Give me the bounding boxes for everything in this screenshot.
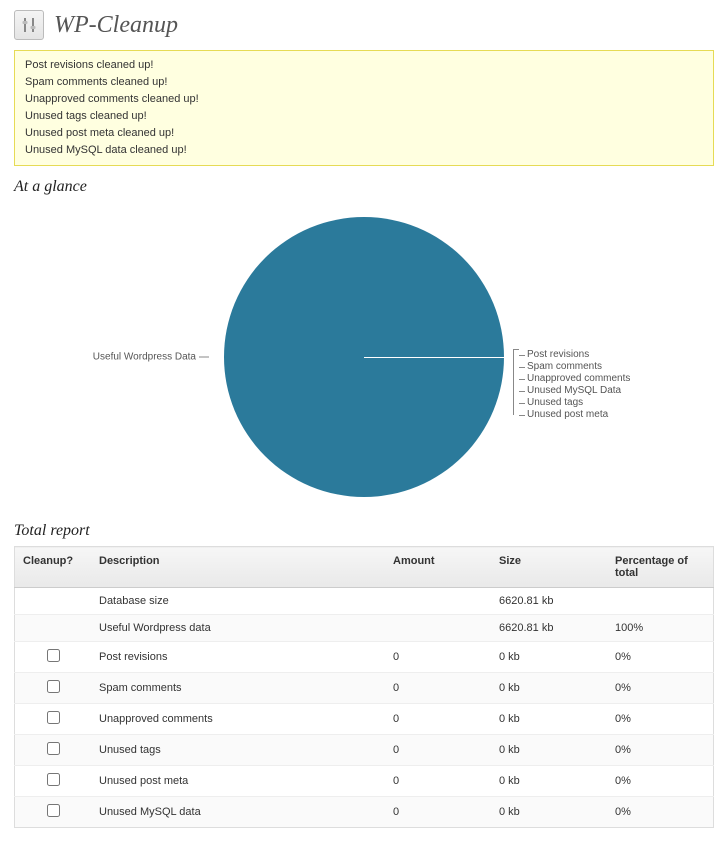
table-row: Post revisions00 kb0% xyxy=(15,642,714,673)
settings-icon xyxy=(14,10,44,40)
table-row: Useful Wordpress data 6620.81 kb100% xyxy=(15,615,714,642)
col-header-amount: Amount xyxy=(385,547,491,588)
cell-amount: 0 xyxy=(385,766,491,797)
pie-label-right: Spam comments xyxy=(519,361,630,373)
cell-size: 0 kb xyxy=(491,673,607,704)
notice-line: Unused MySQL data cleaned up! xyxy=(25,142,703,159)
cell-amount: 0 xyxy=(385,642,491,673)
cell-cleanup xyxy=(15,797,92,828)
cell-cleanup xyxy=(15,766,92,797)
pie-label-right: Unused MySQL Data xyxy=(519,385,630,397)
cell-cleanup xyxy=(15,673,92,704)
table-row: Database size 6620.81 kb xyxy=(15,588,714,615)
cell-percentage: 0% xyxy=(607,642,714,673)
cell-description: Unused post meta xyxy=(91,766,385,797)
notice-box: Post revisions cleaned up! Spam comments… xyxy=(14,50,714,166)
cell-percentage: 0% xyxy=(607,673,714,704)
cell-percentage: 0% xyxy=(607,704,714,735)
pie-label-right: Post revisions xyxy=(519,349,630,361)
table-row: Unapproved comments00 kb0% xyxy=(15,704,714,735)
cleanup-checkbox[interactable] xyxy=(47,680,60,693)
cleanup-checkbox[interactable] xyxy=(47,773,60,786)
table-row: Unused post meta00 kb0% xyxy=(15,766,714,797)
cell-cleanup xyxy=(15,735,92,766)
cell-description: Unused tags xyxy=(91,735,385,766)
pie-chart: Useful Wordpress Data Post revisions Spa… xyxy=(14,202,714,512)
col-header-size: Size xyxy=(491,547,607,588)
cell-percentage: 100% xyxy=(607,615,714,642)
cell-description: Unused MySQL data xyxy=(91,797,385,828)
cell-description: Spam comments xyxy=(91,673,385,704)
cell-size: 6620.81 kb xyxy=(491,588,607,615)
cell-size: 0 kb xyxy=(491,735,607,766)
pie-label-left: Useful Wordpress Data xyxy=(93,352,209,363)
cell-amount: 0 xyxy=(385,735,491,766)
cell-cleanup xyxy=(15,704,92,735)
table-row: Unused MySQL data00 kb0% xyxy=(15,797,714,828)
section-total-report: Total report xyxy=(14,522,714,540)
pie-labels-right: Post revisions Spam comments Unapproved … xyxy=(519,349,630,421)
cell-amount xyxy=(385,615,491,642)
cell-description: Database size xyxy=(91,588,385,615)
pie-label-right: Unused tags xyxy=(519,397,630,409)
cell-size: 6620.81 kb xyxy=(491,615,607,642)
cell-percentage xyxy=(607,588,714,615)
cell-description: Useful Wordpress data xyxy=(91,615,385,642)
notice-line: Unused post meta cleaned up! xyxy=(25,125,703,142)
pie-divider xyxy=(364,357,504,358)
pie-label-right: Unapproved comments xyxy=(519,373,630,385)
table-row: Spam comments00 kb0% xyxy=(15,673,714,704)
cell-amount xyxy=(385,588,491,615)
section-at-a-glance: At a glance xyxy=(14,178,714,196)
notice-line: Spam comments cleaned up! xyxy=(25,74,703,91)
table-row: Unused tags00 kb0% xyxy=(15,735,714,766)
cell-cleanup xyxy=(15,642,92,673)
cell-cleanup xyxy=(15,588,92,615)
cell-description: Post revisions xyxy=(91,642,385,673)
cleanup-checkbox[interactable] xyxy=(47,649,60,662)
notice-line: Post revisions cleaned up! xyxy=(25,57,703,74)
col-header-percentage: Percentage of total xyxy=(607,547,714,588)
cell-percentage: 0% xyxy=(607,766,714,797)
cell-cleanup xyxy=(15,615,92,642)
cleanup-checkbox[interactable] xyxy=(47,804,60,817)
cell-amount: 0 xyxy=(385,673,491,704)
cell-description: Unapproved comments xyxy=(91,704,385,735)
cleanup-checkbox[interactable] xyxy=(47,742,60,755)
cell-amount: 0 xyxy=(385,797,491,828)
pie-label-left-text: Useful Wordpress Data xyxy=(93,352,196,363)
cell-size: 0 kb xyxy=(491,766,607,797)
notice-line: Unused tags cleaned up! xyxy=(25,108,703,125)
cleanup-checkbox[interactable] xyxy=(47,711,60,724)
cell-size: 0 kb xyxy=(491,642,607,673)
cell-amount: 0 xyxy=(385,704,491,735)
cell-size: 0 kb xyxy=(491,797,607,828)
page-title: WP-Cleanup xyxy=(14,10,714,40)
cell-percentage: 0% xyxy=(607,735,714,766)
col-header-cleanup: Cleanup? xyxy=(15,547,92,588)
cell-percentage: 0% xyxy=(607,797,714,828)
notice-line: Unapproved comments cleaned up! xyxy=(25,91,703,108)
col-header-description: Description xyxy=(91,547,385,588)
report-table: Cleanup? Description Amount Size Percent… xyxy=(14,546,714,828)
cell-size: 0 kb xyxy=(491,704,607,735)
pie-label-right: Unused post meta xyxy=(519,409,630,421)
page-title-text: WP-Cleanup xyxy=(54,12,178,39)
